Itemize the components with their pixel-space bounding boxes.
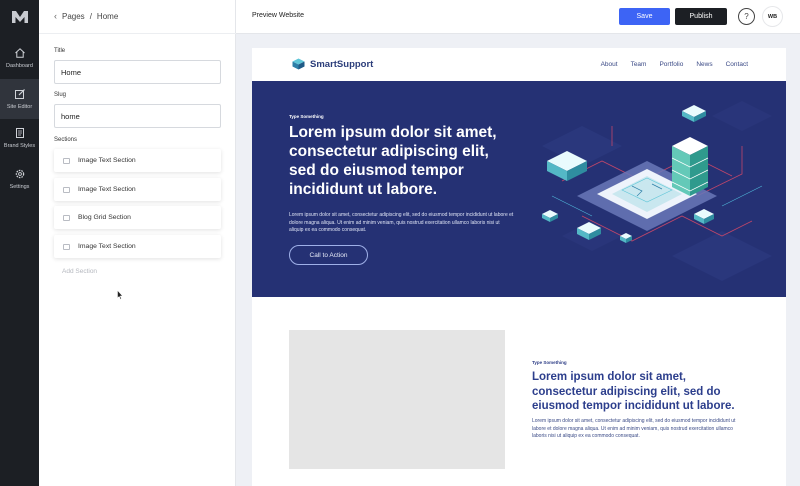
preview-title: Preview Website xyxy=(252,12,305,19)
logo-mark xyxy=(11,11,28,23)
rail-item-dashboard[interactable]: Dashboard xyxy=(0,38,39,78)
site-brand[interactable]: SmartSupport xyxy=(292,58,373,70)
app-logo[interactable] xyxy=(0,4,39,30)
breadcrumb: ‹ Pages / Home xyxy=(54,11,118,21)
rail-item-label: Settings xyxy=(9,184,30,190)
site-nav-links: About Team Portfolio News Contact xyxy=(601,61,748,68)
site-header: SmartSupport About Team Portfolio News C… xyxy=(252,48,786,81)
title-input-value: Home xyxy=(61,67,82,77)
breadcrumb-current: Home xyxy=(96,11,119,21)
section-icon xyxy=(63,186,70,193)
home-icon xyxy=(14,48,25,58)
nav-link-news[interactable]: News xyxy=(696,61,712,68)
section-item-label: Blog Grid Section xyxy=(78,214,131,221)
website-preview: SmartSupport About Team Portfolio News C… xyxy=(252,48,786,486)
divider xyxy=(39,33,236,34)
publish-button[interactable]: Publish xyxy=(675,8,727,25)
top-bar: Preview Website Save Publish ? WB xyxy=(236,0,800,34)
app-rail: Dashboard Site Editor Brand Styles Setti… xyxy=(0,0,39,486)
slug-input-value: home xyxy=(61,111,80,121)
section-item-label: Image Text Section xyxy=(78,243,136,250)
nav-link-about[interactable]: About xyxy=(601,61,618,68)
rail-item-site-editor[interactable]: Site Editor xyxy=(0,79,39,119)
nav-link-contact[interactable]: Contact xyxy=(726,61,748,68)
hero-eyebrow: Type Something xyxy=(289,114,324,119)
image-placeholder xyxy=(289,330,505,469)
section-body: Lorem ipsum dolor sit amet, consectetur … xyxy=(532,418,736,439)
mouse-cursor-icon xyxy=(117,290,123,300)
gear-icon xyxy=(15,169,24,179)
save-button[interactable]: Save xyxy=(619,8,670,25)
section-item[interactable]: Image Text Section xyxy=(54,235,221,258)
hero-section: Type Something Lorem ipsum dolor sit ame… xyxy=(252,81,786,297)
title-input[interactable]: Home xyxy=(54,60,221,84)
nav-link-team[interactable]: Team xyxy=(631,61,647,68)
breadcrumb-separator: / xyxy=(89,11,92,21)
brand-name: SmartSupport xyxy=(310,58,374,70)
section-item[interactable]: Image Text Section xyxy=(54,149,221,172)
rail-item-brand-styles[interactable]: Brand Styles xyxy=(0,118,39,158)
cube-logo-icon xyxy=(292,58,305,70)
section-item-label: Image Text Section xyxy=(78,157,136,164)
book-icon xyxy=(15,128,24,138)
rail-item-label: Site Editor xyxy=(6,104,33,110)
avatar[interactable]: WB xyxy=(763,7,782,26)
isometric-tech-illustration xyxy=(542,101,772,281)
rail-item-label: Brand Styles xyxy=(3,143,36,149)
section-item[interactable]: Blog Grid Section xyxy=(54,206,221,229)
section-icon xyxy=(63,214,70,221)
section-icon xyxy=(63,157,70,164)
slug-input[interactable]: home xyxy=(54,104,221,128)
section-headline: Lorem ipsum dolor sit amet, consectetur … xyxy=(532,371,735,412)
rail-item-settings[interactable]: Settings xyxy=(0,159,39,199)
chevron-left-icon[interactable]: ‹ xyxy=(54,11,57,21)
page-editor-panel: ‹ Pages / Home Title Home Slug home Sect… xyxy=(39,0,236,486)
hero-headline: Lorem ipsum dolor sit amet, consectetur … xyxy=(289,124,497,198)
breadcrumb-root[interactable]: Pages xyxy=(62,12,85,21)
hero-body: Lorem ipsum dolor sit amet, consectetur … xyxy=(289,212,514,233)
sections-label: Sections xyxy=(54,137,78,143)
call-to-action-button[interactable]: Call to Action xyxy=(289,245,368,265)
section-icon xyxy=(63,243,70,250)
add-section-button[interactable]: Add Section xyxy=(62,268,97,275)
section-item[interactable]: Image Text Section xyxy=(54,178,221,201)
slug-label: Slug xyxy=(54,92,67,98)
help-icon[interactable]: ? xyxy=(738,8,755,25)
rail-item-label: Dashboard xyxy=(6,63,33,69)
section-item-label: Image Text Section xyxy=(78,186,136,193)
section-eyebrow: Type Something xyxy=(532,360,567,365)
edit-icon xyxy=(14,89,25,99)
image-text-section: Type Something Lorem ipsum dolor sit ame… xyxy=(252,297,786,486)
title-label: Title xyxy=(54,48,66,54)
nav-link-portfolio[interactable]: Portfolio xyxy=(659,61,683,68)
